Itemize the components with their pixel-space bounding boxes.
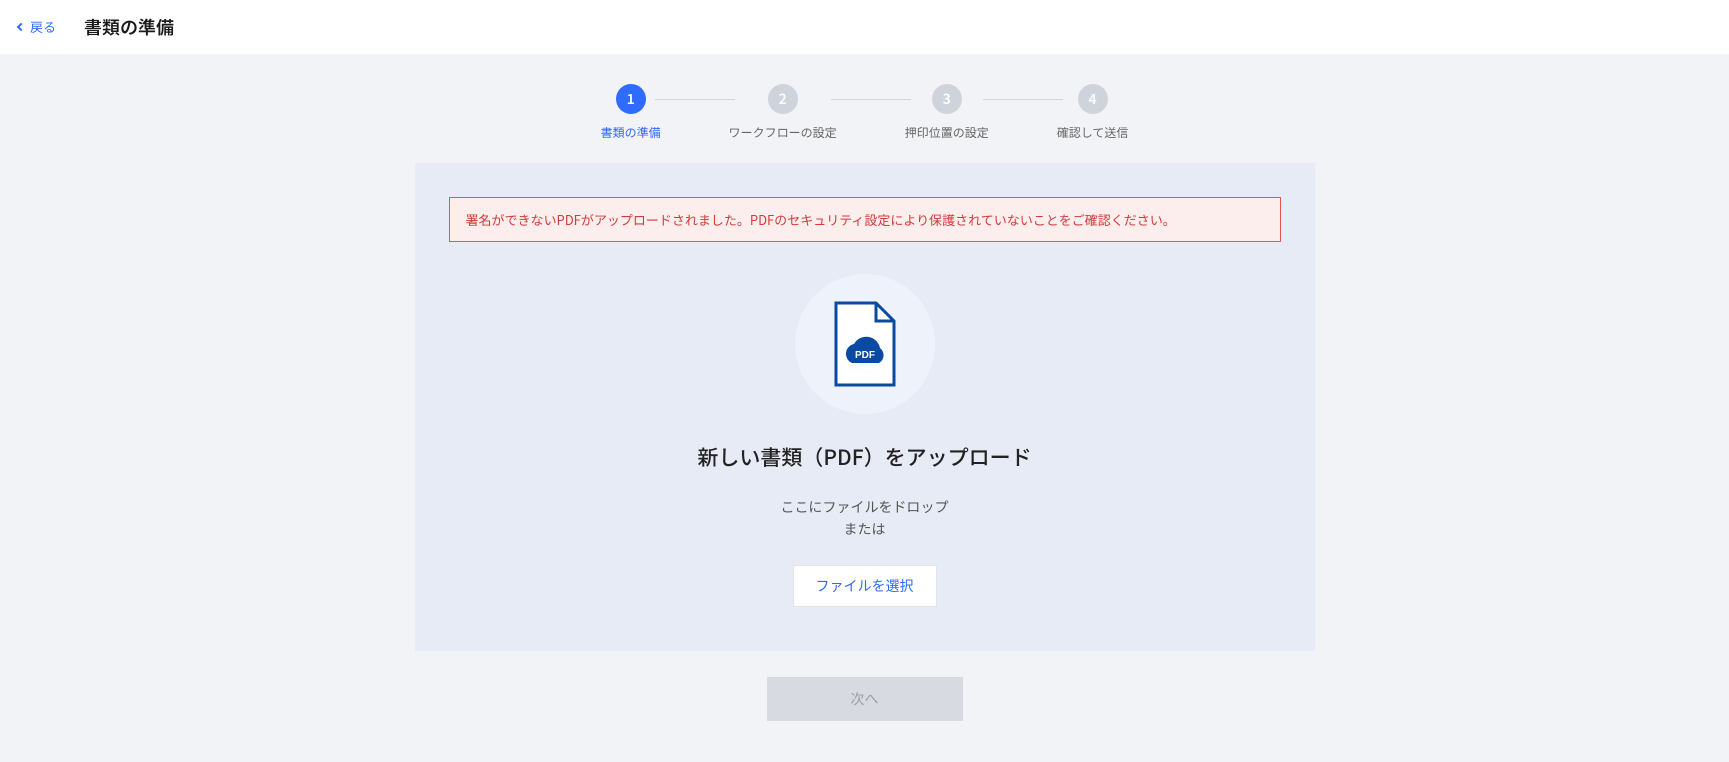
step-circle: 2 — [768, 84, 798, 114]
pdf-upload-icon: PDF — [795, 274, 935, 414]
step-circle: 3 — [932, 84, 962, 114]
footer: 次へ — [0, 651, 1729, 761]
upload-heading: 新しい書類（PDF）をアップロード — [697, 442, 1031, 472]
upload-card: 署名ができないPDFがアップロードされました。PDFのセキュリティ設定により保護… — [415, 163, 1315, 651]
page-title: 書類の準備 — [84, 14, 174, 40]
upload-or-text: または — [844, 518, 886, 540]
step-connector — [655, 99, 735, 100]
next-button[interactable]: 次へ — [767, 677, 963, 721]
step-3: 3 押印位置の設定 — [905, 84, 989, 141]
step-label: 押印位置の設定 — [905, 124, 989, 141]
back-label: 戻る — [30, 17, 56, 36]
step-2: 2 ワークフローの設定 — [729, 84, 837, 141]
step-1: 1 書類の準備 — [601, 84, 661, 141]
error-alert: 署名ができないPDFがアップロードされました。PDFのセキュリティ設定により保護… — [449, 197, 1281, 242]
pdf-badge-text: PDF — [855, 350, 875, 361]
step-connector — [831, 99, 911, 100]
select-file-button[interactable]: ファイルを選択 — [793, 565, 937, 607]
upload-drop-text: ここにファイルをドロップ — [781, 496, 949, 518]
step-label: 書類の準備 — [601, 124, 661, 141]
step-label: 確認して送信 — [1057, 124, 1129, 141]
chevron-left-icon — [17, 22, 25, 30]
step-circle: 1 — [616, 84, 646, 114]
top-bar: 戻る 書類の準備 — [0, 0, 1729, 54]
upload-dropzone[interactable]: PDF 新しい書類（PDF）をアップロード ここにファイルをドロップ または フ… — [449, 270, 1281, 617]
stepper: 1 書類の準備 2 ワークフローの設定 3 押印位置の設定 4 確認して送信 — [0, 54, 1729, 163]
step-label: ワークフローの設定 — [729, 124, 837, 141]
step-4: 4 確認して送信 — [1057, 84, 1129, 141]
step-circle: 4 — [1078, 84, 1108, 114]
error-message: 署名ができないPDFがアップロードされました。PDFのセキュリティ設定により保護… — [466, 210, 1176, 229]
back-link[interactable]: 戻る — [18, 17, 56, 36]
step-connector — [983, 99, 1063, 100]
